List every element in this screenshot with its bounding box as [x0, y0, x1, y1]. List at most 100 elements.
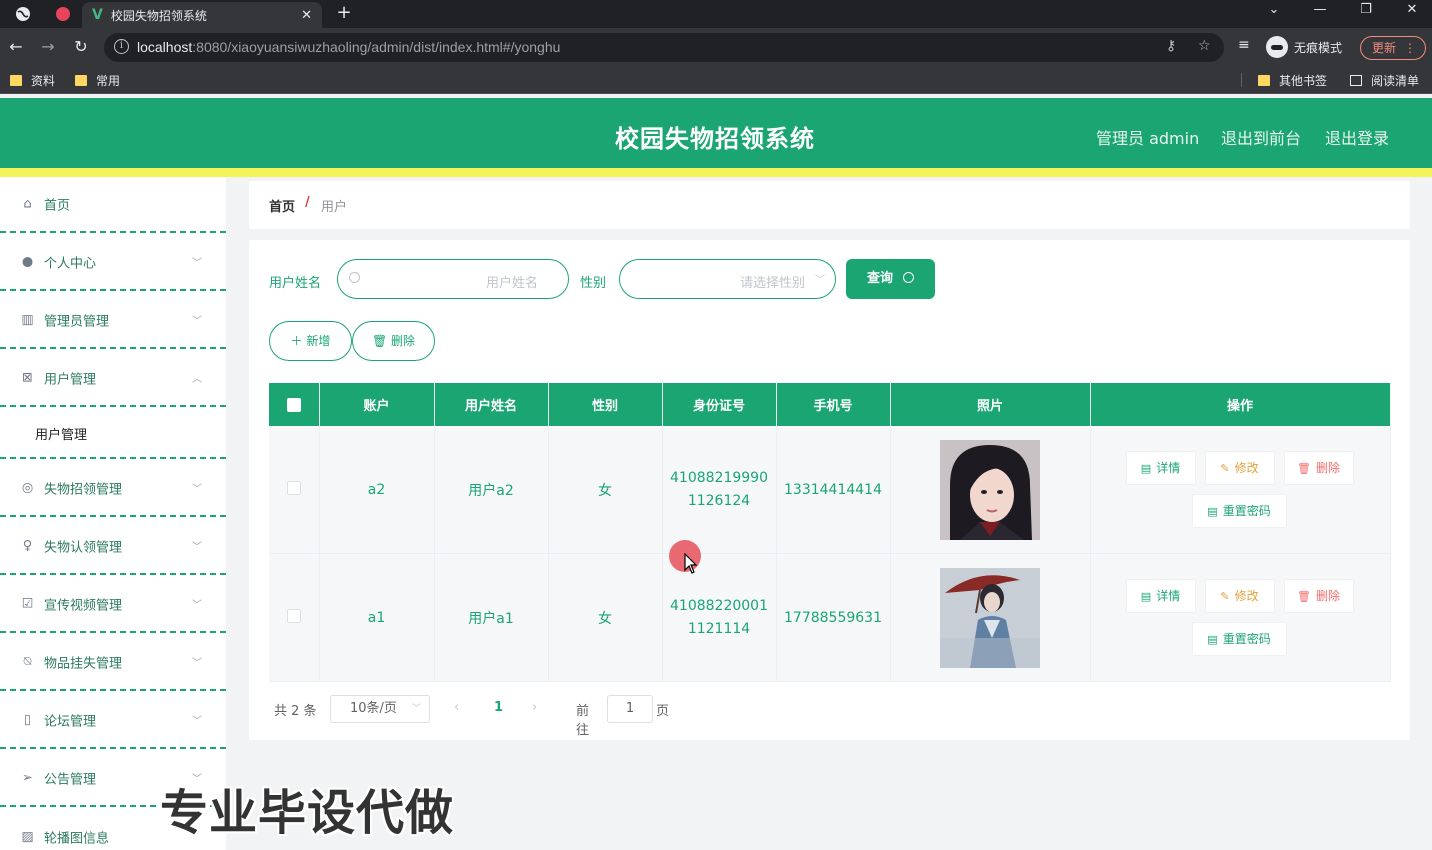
address-bar[interactable]: i localhost:8080/xiaoyuansiwuzhaoling/ad…: [104, 33, 1224, 62]
incognito-indicator[interactable]: 无痕模式: [1266, 34, 1342, 60]
name-filter-label: 用户姓名: [269, 276, 322, 291]
page-size-select[interactable]: 10条/页 ﹀: [330, 695, 430, 723]
site-info-icon[interactable]: i: [114, 39, 129, 54]
main-content-card: 用户姓名 用户姓名 性别 请选择性别 ﹀ 查询 ＋ 新增 🗑 删除 账户 用户姓…: [249, 240, 1410, 740]
gender-select[interactable]: 请选择性别 ﹀: [619, 259, 836, 299]
sidebar-item-admin-manage[interactable]: ▥ 管理员管理 ﹀: [0, 293, 226, 349]
sidebar-subitem-user-manage[interactable]: 用户管理: [0, 409, 226, 459]
pagination-total: 共 2 条: [274, 704, 317, 719]
tab-close-icon[interactable]: ✕: [301, 8, 312, 23]
pencil-icon: ✎: [1220, 590, 1230, 603]
restore-button[interactable]: ❐: [1354, 2, 1378, 17]
url-text: localhost:8080/xiaoyuansiwuzhaoling/admi…: [137, 39, 561, 55]
batch-delete-button[interactable]: 🗑 删除: [352, 321, 435, 361]
sidebar-item-user-manage[interactable]: ⊠ 用户管理 ︿: [0, 351, 226, 407]
search-icon: [349, 272, 360, 283]
trash-icon: 🗑: [371, 334, 392, 348]
close-window-button[interactable]: ✕: [1400, 2, 1424, 17]
box-icon: ⊠: [22, 370, 33, 386]
pinned-tab-app-icon[interactable]: [48, 3, 78, 25]
forward-arrow-icon[interactable]: →: [38, 37, 58, 57]
row-checkbox[interactable]: [286, 608, 301, 623]
mouse-cursor-icon: [684, 553, 698, 574]
folder-icon: [75, 75, 87, 86]
edit-button[interactable]: ✎ 修改: [1204, 579, 1275, 613]
edit-button[interactable]: ✎ 修改: [1204, 451, 1275, 485]
app-header: 校园失物招领系统 管理员 admin 退出到前台 退出登录: [0, 98, 1432, 168]
document-icon: ▤: [1207, 633, 1218, 646]
reset-password-button[interactable]: ▤ 重置密码: [1191, 622, 1287, 656]
reload-icon[interactable]: ↻: [71, 37, 91, 57]
other-bookmarks[interactable]: 其他书签: [1258, 72, 1327, 89]
media-queue-icon[interactable]: ≡: [1238, 37, 1250, 53]
chevron-down-icon: ﹀: [815, 275, 825, 286]
back-arrow-icon[interactable]: ←: [6, 37, 26, 57]
sidebar-item-label: 物品挂失管理: [44, 656, 123, 672]
table-header-row: 账户 用户姓名 性别 身份证号 手机号 照片 操作: [269, 383, 1391, 426]
name-cell: 用户a2: [434, 426, 549, 554]
reset-password-button[interactable]: ▤ 重置密码: [1191, 494, 1287, 528]
chevron-down-icon: ﹀: [192, 715, 202, 727]
picture-icon: ▨: [21, 829, 34, 845]
more-menu-icon[interactable]: ⋮: [1404, 37, 1416, 59]
goto-page-input[interactable]: 1: [607, 695, 653, 723]
chevron-down-icon: ﹀: [192, 541, 202, 553]
folder-icon: [10, 75, 22, 86]
pinned-tab-globe-icon[interactable]: [8, 3, 38, 25]
user-photo[interactable]: [940, 439, 1040, 540]
detail-button[interactable]: ▤ 详情: [1125, 451, 1196, 485]
pencil-icon: ✎: [1220, 462, 1230, 475]
home-icon: ⌂: [23, 196, 32, 212]
page-suffix-label: 页: [656, 704, 670, 719]
sidebar-item-home[interactable]: ⌂ 首页: [0, 177, 226, 233]
new-tab-button[interactable]: +: [333, 3, 355, 25]
bell-off-icon: ⍉: [23, 654, 32, 670]
sidebar-item-label: 个人中心: [44, 256, 97, 272]
trash-icon: 🗑: [1297, 590, 1311, 603]
reading-list[interactable]: 阅读清单: [1350, 72, 1419, 89]
sidebar-item-lost-found[interactable]: ◎ 失物招领管理 ﹀: [0, 461, 226, 517]
prev-page-button[interactable]: ‹: [454, 700, 459, 715]
gender-cell: 女: [548, 426, 663, 554]
tab-search-chevron-icon[interactable]: ⌄: [1262, 2, 1286, 17]
next-page-button[interactable]: ›: [532, 700, 537, 715]
bookmark-star-icon[interactable]: ☆: [1198, 38, 1211, 54]
actions-cell: ▤ 详情 ✎ 修改 🗑 删除 ▤ 重置密码: [1090, 553, 1391, 682]
exit-to-front-link[interactable]: 退出到前台: [1221, 125, 1301, 149]
chevron-up-icon: ︿: [192, 373, 202, 385]
detail-button[interactable]: ▤ 详情: [1125, 579, 1196, 613]
delete-button[interactable]: 🗑 删除: [1283, 451, 1354, 485]
breadcrumb-separator: /: [305, 195, 310, 210]
minimize-button[interactable]: —: [1308, 2, 1332, 17]
send-icon: ➢: [22, 770, 33, 786]
column-header: 性别: [548, 383, 663, 426]
add-button[interactable]: ＋ 新增: [269, 321, 352, 361]
row-checkbox[interactable]: [286, 480, 301, 495]
sidebar-item-label: 失物招领管理: [44, 482, 123, 498]
bookmark-separator: [1241, 73, 1242, 87]
update-button[interactable]: 更新 ⋮: [1360, 36, 1426, 60]
current-page-number[interactable]: 1: [494, 700, 503, 715]
select-all-checkbox[interactable]: [286, 397, 301, 412]
query-button[interactable]: 查询: [846, 259, 935, 299]
chevron-down-icon: ﹀: [192, 657, 202, 669]
bookmark-folder-changyong[interactable]: 常用: [75, 72, 120, 89]
bookmark-folder-ziliao[interactable]: 资料: [10, 72, 55, 89]
delete-button[interactable]: 🗑 删除: [1283, 579, 1354, 613]
bookmarks-bar: 资料 常用 其他书签 阅读清单: [0, 66, 1432, 94]
sidebar-item-label: 论坛管理: [44, 714, 97, 730]
sidebar-item-video-manage[interactable]: ☑ 宣传视频管理 ﹀: [0, 577, 226, 633]
chevron-down-icon: ﹀: [192, 257, 202, 269]
sidebar-item-personal-center[interactable]: ● 个人中心 ﹀: [0, 235, 226, 291]
breadcrumb-home[interactable]: 首页: [269, 196, 295, 215]
sidebar-item-loss-report[interactable]: ⍉ 物品挂失管理 ﹀: [0, 635, 226, 691]
name-search-input[interactable]: 用户姓名: [337, 259, 569, 299]
sidebar-item-forum[interactable]: ▯ 论坛管理 ﹀: [0, 693, 226, 749]
logout-link[interactable]: 退出登录: [1325, 125, 1389, 149]
sidebar-item-claim-manage[interactable]: ♀ 失物认领管理 ﹀: [0, 519, 226, 575]
active-tab[interactable]: V 校园失物招领系统 ✕: [82, 2, 322, 28]
select-all-cell[interactable]: [269, 383, 320, 426]
user-photo[interactable]: [940, 567, 1040, 668]
sidebar-item-label: 管理员管理: [44, 314, 110, 330]
key-icon[interactable]: ⚷: [1166, 38, 1176, 54]
